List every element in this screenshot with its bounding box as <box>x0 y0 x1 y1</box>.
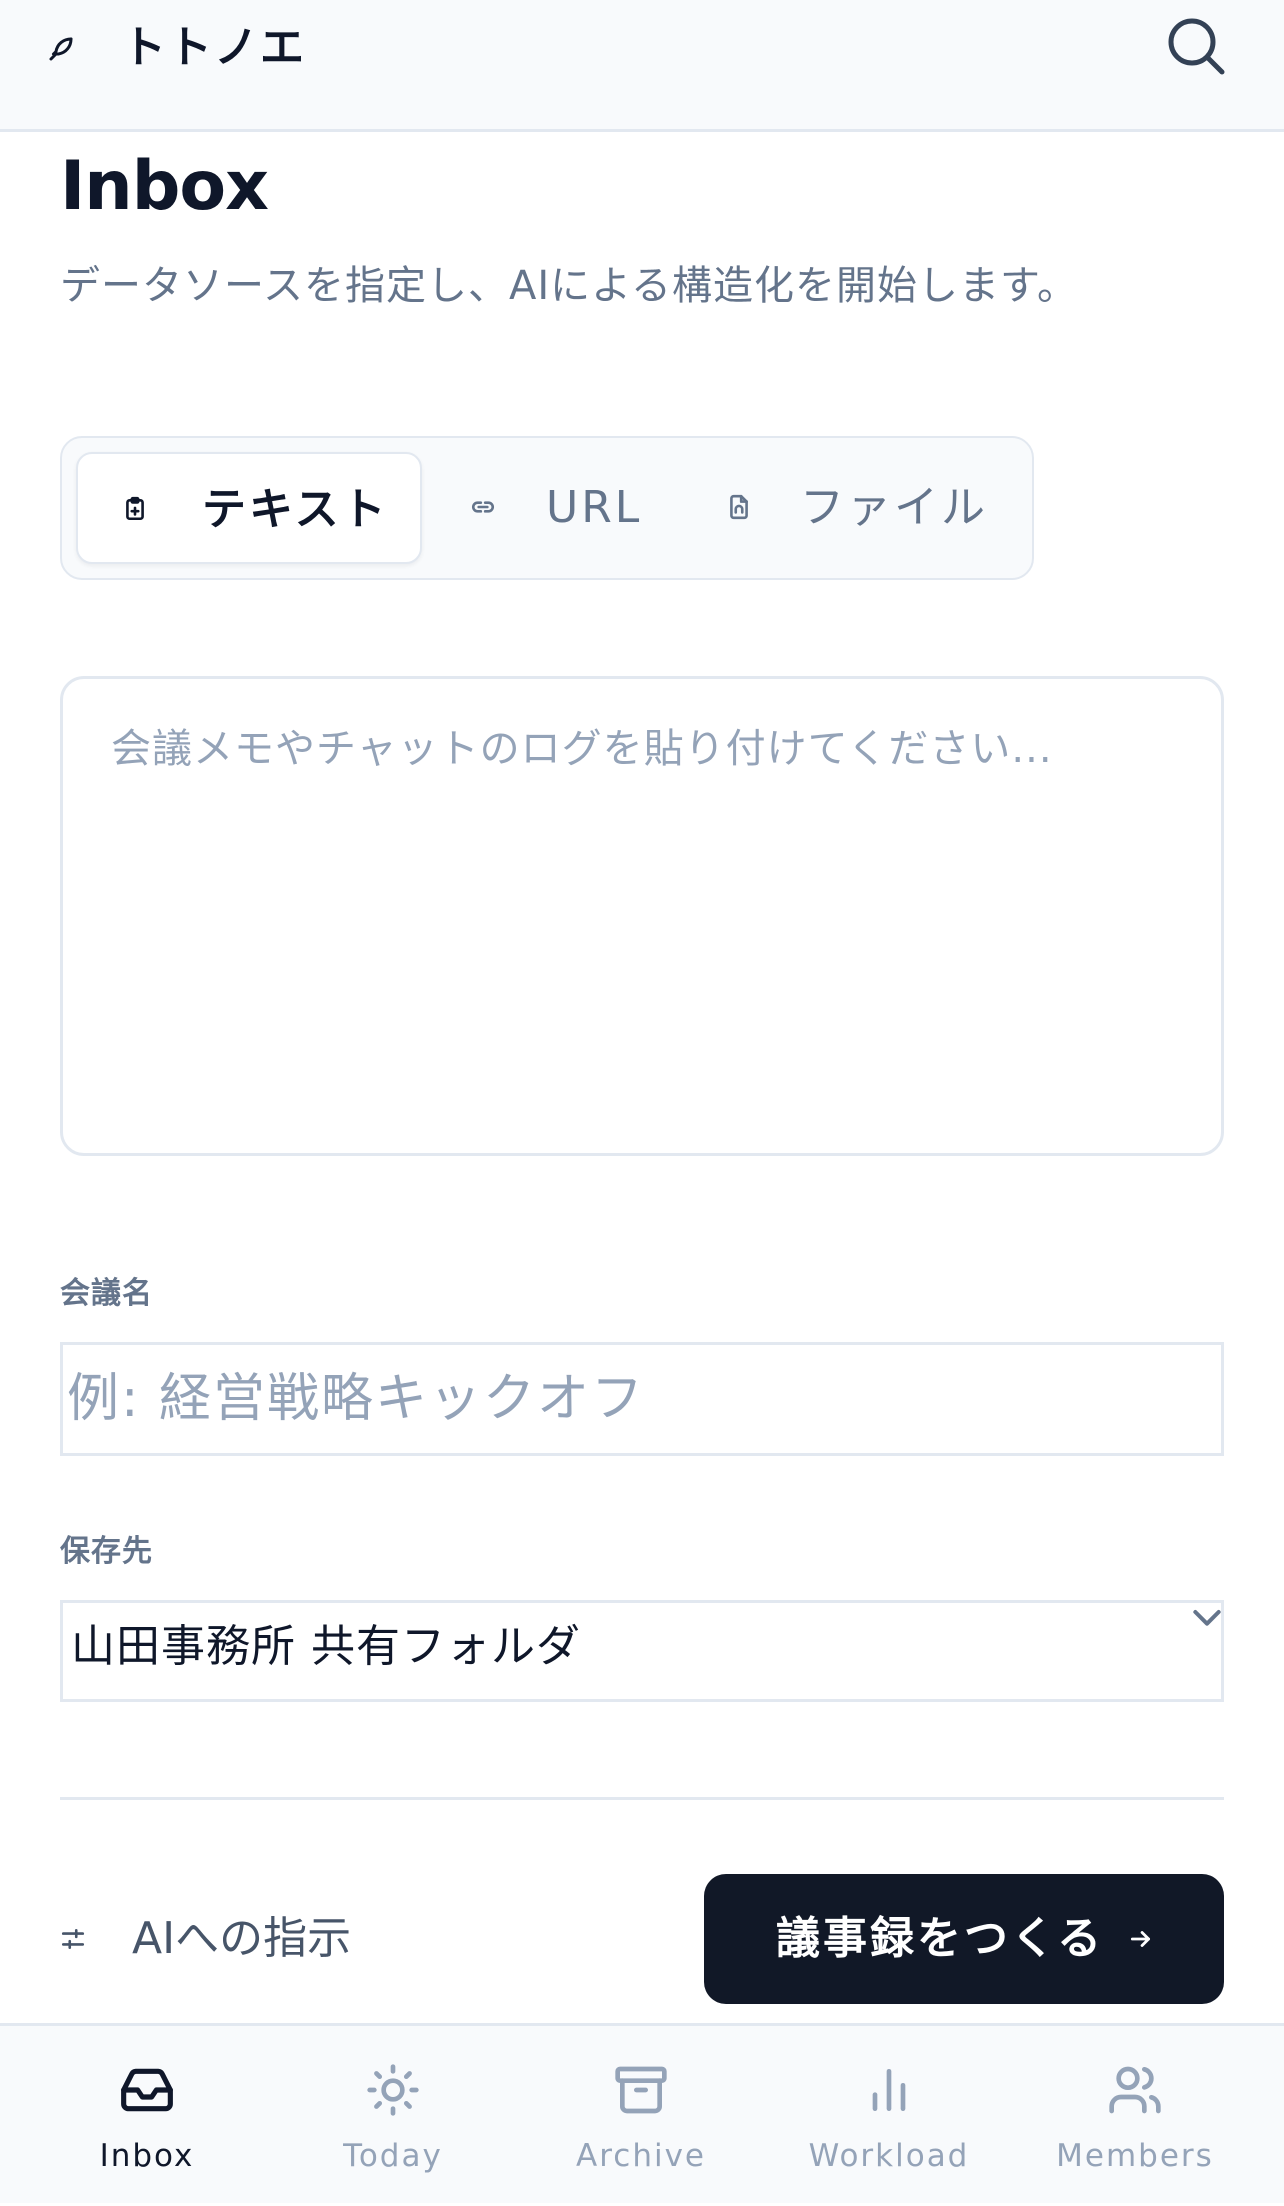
search-icon[interactable] <box>1160 10 1230 80</box>
bar-chart-icon <box>872 2069 906 2111</box>
create-minutes-button[interactable]: 議事録をつくる <box>704 1874 1224 2004</box>
tab-text-label: テキスト <box>202 484 389 535</box>
users-icon <box>1109 2066 1161 2114</box>
bottom-nav: Inbox Today Archive Workload Members <box>0 2023 1284 2203</box>
nav-item-today[interactable]: Today <box>270 2026 516 2206</box>
memo-textarea[interactable] <box>60 676 1224 1156</box>
chevron-down-icon <box>1193 1610 1221 1626</box>
tab-url-label: URL <box>546 482 643 533</box>
nav-label-today: Today <box>343 2138 443 2174</box>
divider <box>60 1797 1224 1800</box>
nav-item-workload[interactable]: Workload <box>766 2026 1012 2206</box>
source-tabs: テキスト URL ファイル <box>60 436 1034 580</box>
meeting-name-input[interactable] <box>60 1342 1224 1456</box>
create-minutes-label: 議事録をつくる <box>776 1914 1105 1963</box>
nav-label-archive: Archive <box>576 2138 706 2174</box>
meeting-name-label: 会議名 <box>60 1276 153 1311</box>
nav-item-archive[interactable]: Archive <box>518 2026 764 2206</box>
clipboard-icon <box>126 496 144 521</box>
feather-icon <box>49 37 73 61</box>
tab-text[interactable]: テキスト <box>76 452 422 564</box>
ai-instruction-button[interactable]: AIへの指示 <box>60 1904 380 1974</box>
sun-icon <box>367 2064 419 2116</box>
destination-value: 山田事務所 共有フォルダ <box>71 1621 581 1672</box>
nav-item-inbox[interactable]: Inbox <box>24 2026 270 2206</box>
nav-label-inbox: Inbox <box>99 2138 195 2174</box>
archive-icon <box>615 2066 667 2114</box>
nav-label-members: Members <box>1056 2138 1214 2174</box>
nav-item-members[interactable]: Members <box>1012 2026 1258 2206</box>
link-icon <box>471 501 495 513</box>
ai-instruction-label: AIへの指示 <box>132 1913 352 1964</box>
app-name: トトノエ <box>122 22 306 73</box>
destination-label: 保存先 <box>60 1534 153 1569</box>
tab-url[interactable]: URL <box>448 452 648 564</box>
nav-label-workload: Workload <box>808 2138 970 2174</box>
tab-file-label: ファイル <box>800 482 988 533</box>
destination-select[interactable]: 山田事務所 共有フォルダ <box>60 1600 1224 1702</box>
page-subtitle: データソースを指定し、AIによる構造化を開始します。 <box>60 263 1078 309</box>
arrow-right-icon <box>1130 1931 1150 1947</box>
file-icon <box>730 494 748 520</box>
app-header: トトノエ <box>0 0 1284 132</box>
tab-file[interactable]: ファイル <box>702 452 1002 564</box>
inbox-icon <box>121 2068 173 2112</box>
page-title: Inbox <box>60 147 269 226</box>
sliders-icon <box>61 1929 85 1949</box>
